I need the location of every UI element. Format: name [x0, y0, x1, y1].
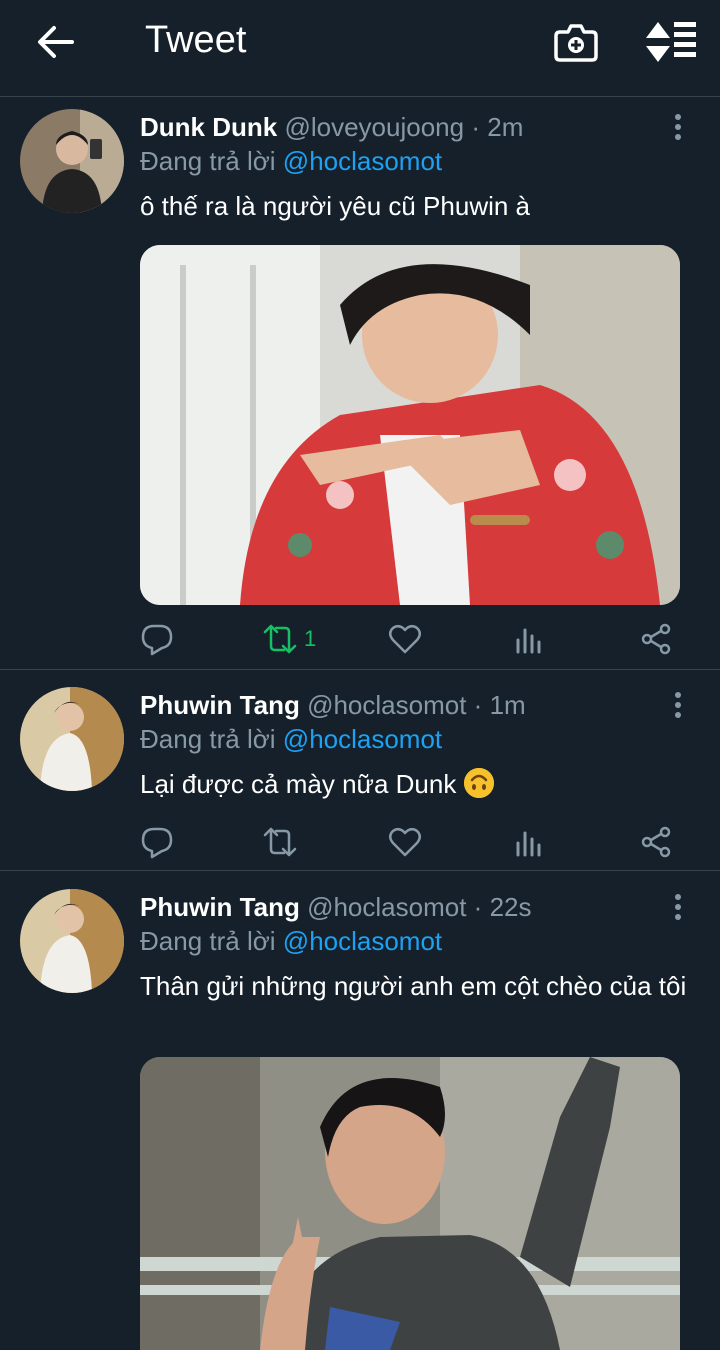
tweet-actions — [140, 822, 680, 862]
share-button[interactable] — [640, 619, 672, 659]
heart-icon — [389, 828, 421, 857]
separator: · — [471, 112, 481, 142]
more-vert-icon — [666, 894, 690, 920]
avatar[interactable] — [20, 687, 124, 791]
reply-prefix: Đang trả lời — [140, 926, 276, 956]
username[interactable]: @hoclasomot — [307, 892, 466, 922]
upside-down-face-emoji — [463, 768, 494, 798]
reply-mention[interactable]: @hoclasomot — [283, 146, 442, 176]
reply-context: Đang trả lời @hoclasomot — [140, 926, 442, 956]
analytics-icon — [516, 628, 541, 654]
reply-icon — [141, 827, 173, 859]
display-name[interactable]: Phuwin Tang — [140, 892, 300, 922]
timestamp: 1m — [489, 690, 526, 720]
display-name[interactable]: Phuwin Tang — [140, 690, 300, 720]
reply-prefix: Đang trả lời — [140, 146, 276, 176]
tweet-text-line: Lại được cả mày nữa Dunk — [140, 768, 690, 800]
reply-button[interactable] — [140, 619, 174, 659]
camera-button[interactable] — [552, 18, 600, 66]
top-app-bar: Tweet — [0, 0, 720, 97]
analytics-icon — [516, 831, 541, 857]
like-button[interactable] — [388, 822, 422, 862]
share-icon — [641, 623, 671, 655]
display-name[interactable]: Dunk Dunk — [140, 112, 277, 142]
avatar-image — [20, 889, 124, 993]
reply-mention[interactable]: @hoclasomot — [283, 724, 442, 754]
avatar-image — [20, 687, 124, 791]
avatar[interactable] — [20, 889, 124, 993]
analytics-button[interactable] — [514, 619, 544, 659]
reply-button[interactable] — [140, 822, 174, 862]
back-button[interactable] — [36, 22, 76, 62]
page-title: Tweet — [145, 19, 247, 61]
more-options-button[interactable] — [666, 692, 690, 722]
reply-context: Đang trả lời @hoclasomot — [140, 146, 442, 176]
separator: · — [473, 892, 483, 922]
like-button[interactable] — [388, 619, 422, 659]
tweet-actions: 1 — [140, 619, 680, 659]
avatar-image — [20, 109, 124, 213]
avatar[interactable] — [20, 109, 124, 213]
arrow-left-icon — [38, 26, 74, 58]
tweet-text: ô thế ra là người yêu cũ Phuwin à — [140, 191, 531, 221]
retweet-icon — [263, 624, 297, 654]
retweet-button[interactable] — [262, 822, 298, 862]
sort-button[interactable] — [644, 18, 698, 66]
media-photo — [140, 1057, 680, 1350]
more-options-button[interactable] — [666, 114, 690, 144]
reply-context: Đang trả lời @hoclasomot — [140, 724, 442, 754]
username[interactable]: @hoclasomot — [307, 690, 466, 720]
tweet[interactable]: Phuwin Tang @hoclasomot · 22s Đang trả l… — [0, 871, 720, 1350]
analytics-button[interactable] — [514, 822, 544, 862]
reply-mention[interactable]: @hoclasomot — [283, 926, 442, 956]
tweet-header: Phuwin Tang @hoclasomot · 22s — [140, 892, 532, 922]
separator: · — [473, 690, 483, 720]
tweet-text: Lại được cả mày nữa Dunk — [140, 769, 457, 799]
tweet-header: Phuwin Tang @hoclasomot · 1m — [140, 690, 526, 720]
media-photo — [140, 245, 680, 605]
tweet[interactable]: Phuwin Tang @hoclasomot · 1m Đang trả lờ… — [0, 670, 720, 871]
tweet-text: Thân gửi những người anh em cột chèo của… — [140, 971, 687, 1001]
timestamp: 22s — [489, 892, 532, 922]
heart-icon — [389, 625, 421, 654]
share-button[interactable] — [640, 822, 672, 862]
share-icon — [641, 826, 671, 858]
reply-icon — [141, 624, 173, 656]
timestamp: 2m — [487, 112, 524, 142]
more-options-button[interactable] — [666, 894, 690, 924]
tweet-header: Dunk Dunk @loveyoujoong · 2m — [140, 112, 523, 142]
retweet-icon — [263, 827, 297, 857]
camera-plus-icon — [554, 24, 598, 62]
more-vert-icon — [666, 692, 690, 718]
username[interactable]: @loveyoujoong — [284, 112, 464, 142]
tweet[interactable]: Dunk Dunk @loveyoujoong · 2m Đang trả lờ… — [0, 97, 720, 670]
tweet-media[interactable] — [140, 245, 680, 605]
retweet-count: 1 — [304, 626, 317, 651]
sort-icon — [646, 22, 696, 62]
more-vert-icon — [666, 114, 690, 140]
tweet-media[interactable] — [140, 1057, 680, 1350]
reply-prefix: Đang trả lời — [140, 724, 276, 754]
retweet-button[interactable]: 1 — [262, 619, 316, 659]
